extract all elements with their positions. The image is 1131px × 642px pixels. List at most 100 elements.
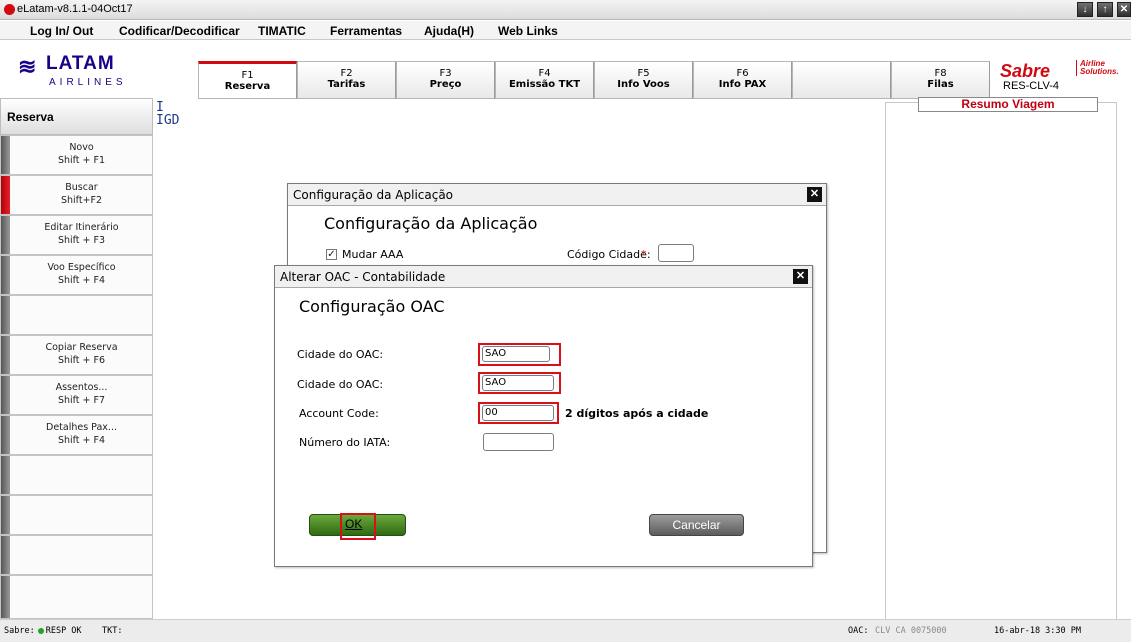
- sidebar-header: Reserva: [0, 98, 153, 135]
- tab-key: F4: [538, 68, 551, 79]
- latam-airlines-text: AIRLINES: [49, 77, 127, 88]
- terminal-output[interactable]: I IGD: [156, 101, 179, 127]
- tab-key: F5: [637, 68, 650, 79]
- resumo-viagem-panel: [885, 102, 1117, 620]
- sidebar-strip: [1, 536, 10, 574]
- sidebar-item-shortcut: Shift + F4: [57, 275, 106, 286]
- oac-dialog-heading: Configuração OAC: [299, 297, 445, 316]
- sidebar-item-voo-especifico[interactable]: Voo Específico Shift + F4: [0, 255, 153, 295]
- sidebar-item-label: Voo Específico: [47, 262, 116, 273]
- close-icon[interactable]: ✕: [793, 269, 808, 284]
- minimize-icon[interactable]: ↓: [1077, 2, 1093, 17]
- menu-ajuda[interactable]: Ajuda(H): [424, 24, 474, 38]
- sidebar-item-label: Detalhes Pax...: [46, 422, 117, 433]
- tab-f3-preco[interactable]: F3 Preço: [396, 61, 495, 99]
- status-tkt: TKT:: [102, 626, 123, 636]
- config-dialog-titlebar: Configuração da Aplicação ✕: [288, 184, 826, 206]
- sidebar-item-copiar-reserva[interactable]: Copiar Reserva Shift + F6: [0, 335, 153, 375]
- sidebar-strip: [1, 416, 10, 454]
- sidebar-item-buscar[interactable]: Buscar Shift+F2: [0, 175, 153, 215]
- close-window-icon[interactable]: ✕: [1117, 2, 1131, 17]
- sidebar-strip: [1, 176, 10, 214]
- codigo-cidade-label: Código Cidade:: [567, 248, 651, 261]
- title-bar: eLatam-v8.1.1-04Oct17 ↓ ↑ ✕: [0, 0, 1131, 20]
- menu-weblinks[interactable]: Web Links: [498, 24, 558, 38]
- sidebar-item-assentos[interactable]: Assentos... Shift + F7: [0, 375, 153, 415]
- window-title: eLatam-v8.1.1-04Oct17: [17, 3, 133, 15]
- sidebar-item-shortcut: Shift + F3: [57, 235, 106, 246]
- tab-f7-empty[interactable]: [792, 61, 891, 99]
- ok-button-label[interactable]: OK: [345, 517, 362, 531]
- close-icon[interactable]: ✕: [807, 187, 822, 202]
- sidebar-item-label: Editar Itinerário: [44, 222, 119, 233]
- latam-logo: ≋ LATAM AIRLINES: [0, 40, 155, 98]
- account-code-label: Account Code:: [299, 407, 379, 420]
- sabre-tagline-line2: Solutions.: [1080, 67, 1119, 76]
- sidebar-strip: [1, 336, 10, 374]
- mudar-aaa-checkbox[interactable]: ✓: [326, 249, 337, 260]
- tab-f4-emissao[interactable]: F4 Emissão TKT: [495, 61, 594, 99]
- menu-ferramentas[interactable]: Ferramentas: [330, 24, 402, 38]
- menu-codificar[interactable]: Codificar/Decodificar: [119, 24, 240, 38]
- sidebar-item-label: Buscar: [65, 182, 98, 193]
- mudar-aaa-label: Mudar AAA: [342, 248, 404, 261]
- required-marker: *: [641, 248, 647, 261]
- sidebar-item-detalhes-pax[interactable]: Detalhes Pax... Shift + F4: [0, 415, 153, 455]
- sabre-logo: Sabre: [1000, 61, 1051, 81]
- sidebar-item-empty[interactable]: [0, 495, 153, 535]
- menu-bar: Log In/ Out Codificar/Decodificar TIMATI…: [0, 21, 1131, 40]
- sidebar-item-shortcut: Shift + F7: [57, 395, 106, 406]
- tab-f5-info-voos[interactable]: F5 Info Voos: [594, 61, 693, 99]
- sidebar-item-empty[interactable]: [0, 535, 153, 575]
- config-dialog-title: Configuração da Aplicação: [293, 188, 454, 202]
- tab-label: Tarifas: [327, 79, 366, 90]
- oac-dialog: Alterar OAC - Contabilidade ✕ Configuraç…: [274, 265, 813, 567]
- tab-label: Emissão TKT: [508, 79, 581, 90]
- maximize-icon[interactable]: ↑: [1097, 2, 1113, 17]
- numero-iata-input[interactable]: [483, 433, 554, 451]
- menu-timatic[interactable]: TIMATIC: [258, 24, 306, 38]
- oac-dialog-titlebar: Alterar OAC - Contabilidade ✕: [275, 266, 812, 288]
- tab-key: F3: [439, 68, 452, 79]
- tab-key: F6: [736, 68, 749, 79]
- sidebar-item-shortcut: Shift + F1: [57, 155, 106, 166]
- sidebar-strip: [1, 136, 10, 174]
- sidebar-strip: [1, 456, 10, 494]
- tab-f2-tarifas[interactable]: F2 Tarifas: [297, 61, 396, 99]
- sabre-tagline: Airline Solutions.: [1076, 60, 1119, 76]
- config-dialog-heading: Configuração da Aplicação: [324, 214, 538, 233]
- sidebar-item-label: Novo: [69, 142, 94, 153]
- tab-key: F1: [241, 70, 254, 81]
- tab-label: Reserva: [224, 81, 271, 92]
- sidebar-strip: [1, 216, 10, 254]
- sidebar-item-label: Assentos...: [55, 382, 108, 393]
- sidebar-item-empty[interactable]: [0, 295, 153, 335]
- account-code-input[interactable]: 00: [482, 405, 554, 421]
- sidebar-strip: [1, 296, 10, 334]
- codigo-cidade-input[interactable]: [658, 244, 694, 262]
- tab-f1-reserva[interactable]: F1 Reserva: [198, 61, 297, 99]
- tab-label: Preço: [429, 79, 462, 90]
- cancel-button[interactable]: Cancelar: [649, 514, 744, 536]
- terminal-line: IGD: [156, 113, 180, 128]
- sidebar-item-empty[interactable]: [0, 575, 153, 619]
- cidade-oac-input-2[interactable]: SAO: [482, 375, 554, 391]
- sidebar-item-empty[interactable]: [0, 455, 153, 495]
- resumo-viagem-title: Resumo Viagem: [918, 97, 1098, 112]
- sidebar-header-label: Reserva: [7, 110, 54, 124]
- tab-key: F8: [934, 68, 947, 79]
- latam-wordmark: LATAM: [46, 53, 115, 74]
- tab-f6-info-pax[interactable]: F6 Info PAX: [693, 61, 792, 99]
- status-ok-icon: [37, 627, 44, 634]
- sidebar-item-label: Copiar Reserva: [45, 342, 118, 353]
- status-oac-value: CLV CA 0075000: [875, 626, 947, 636]
- cidade-oac-input[interactable]: SAO: [482, 346, 550, 362]
- sidebar-item-editar-itinerario[interactable]: Editar Itinerário Shift + F3: [0, 215, 153, 255]
- menu-login[interactable]: Log In/ Out: [30, 24, 93, 38]
- latam-chevron-icon: ≋: [18, 54, 37, 79]
- sidebar-item-novo[interactable]: Novo Shift + F1: [0, 135, 153, 175]
- sidebar-item-shortcut: Shift+F2: [60, 195, 103, 206]
- tab-f8-filas[interactable]: F8 Filas: [891, 61, 990, 99]
- sidebar-item-shortcut: Shift + F6: [57, 355, 106, 366]
- tab-key: F2: [340, 68, 353, 79]
